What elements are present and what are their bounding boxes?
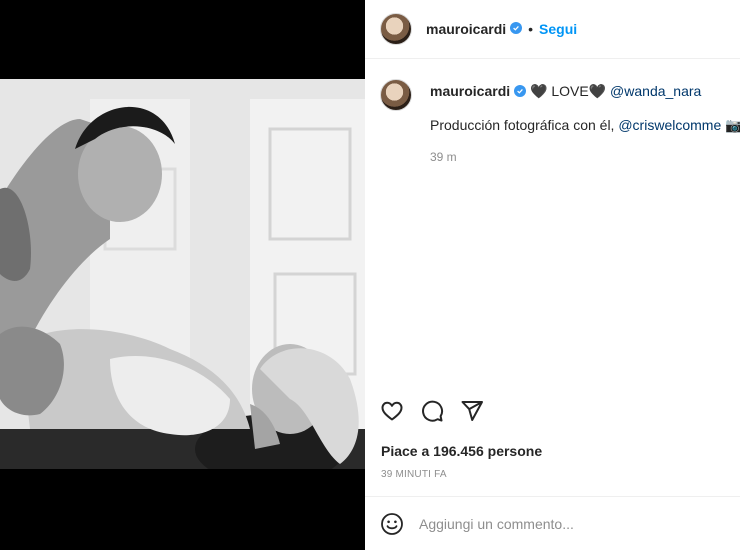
caption-body: mauroicardi 🖤 LOVE🖤 @wanda_nara Producci…	[430, 79, 740, 166]
caption-love-text: LOVE	[551, 83, 589, 99]
caption-line-2: Producción fotográfica con él, @criswelc…	[430, 116, 740, 134]
caption-username[interactable]: mauroicardi	[430, 83, 510, 99]
comment-bar	[365, 496, 740, 550]
caption-relative-time[interactable]: 39 m	[430, 148, 732, 166]
author-username[interactable]: mauroicardi	[426, 21, 506, 37]
verified-badge-icon	[510, 22, 523, 34]
black-heart-emoji: 🖤	[588, 83, 607, 99]
post-details-panel: mauroicardi • Segui mauroicardi 🖤 LOVE🖤 …	[365, 0, 740, 550]
follow-button[interactable]: Segui	[539, 21, 577, 37]
camera-emoji: 📷	[725, 117, 740, 133]
verified-badge-icon	[514, 85, 527, 98]
post-photo[interactable]	[0, 79, 365, 469]
photo-illustration	[0, 79, 365, 469]
caption-line-1: mauroicardi 🖤 LOVE🖤 @wanda_nara	[430, 79, 732, 100]
separator-dot: •	[528, 21, 534, 37]
paper-plane-icon[interactable]	[460, 399, 484, 423]
likes-count[interactable]: Piace a 196.456 persone	[381, 443, 542, 459]
caption-text: Producción fotográfica con él,	[430, 117, 619, 133]
post-caption: mauroicardi 🖤 LOVE🖤 @wanda_nara Producci…	[380, 79, 740, 166]
mention-link[interactable]: @criswelcomme	[618, 117, 721, 133]
heart-outline-icon[interactable]	[380, 399, 404, 423]
comment-bubble-icon[interactable]	[420, 399, 444, 423]
caption-author-avatar[interactable]	[380, 79, 412, 111]
post-actions	[380, 399, 484, 423]
post-timestamp[interactable]: 39 MINUTI FA	[381, 469, 447, 480]
author-avatar[interactable]	[380, 13, 412, 45]
post-header: mauroicardi • Segui	[365, 0, 740, 59]
post-media	[0, 0, 365, 550]
mention-link[interactable]: @wanda_nara	[610, 83, 701, 99]
comment-input[interactable]	[419, 515, 719, 532]
black-heart-emoji: 🖤	[530, 83, 548, 99]
smiley-icon[interactable]	[380, 512, 404, 536]
